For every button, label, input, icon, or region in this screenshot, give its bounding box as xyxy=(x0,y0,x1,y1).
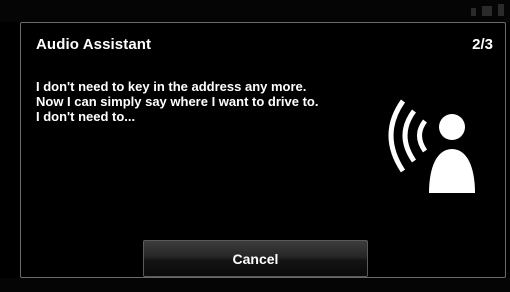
warning-icon xyxy=(498,4,504,16)
navigation-screen: Audio Assistant 2/3 I don't need to key … xyxy=(0,0,510,292)
sound-wave-inner xyxy=(417,119,428,153)
message-line: I don't need to key in the address any m… xyxy=(36,79,307,94)
status-icon xyxy=(471,8,476,16)
person-body xyxy=(429,149,475,193)
message-line: I don't need to... xyxy=(36,109,136,124)
dialog-header: Audio Assistant 2/3 xyxy=(21,23,505,63)
sound-wave-middle xyxy=(402,109,417,163)
sound-wave-outer xyxy=(388,99,406,173)
assistant-message: I don't need to key in the address any m… xyxy=(36,79,376,124)
audio-assistant-dialog: Audio Assistant 2/3 I don't need to key … xyxy=(20,22,506,278)
person-head xyxy=(439,114,465,140)
dialog-title: Audio Assistant xyxy=(36,36,152,53)
status-icons xyxy=(471,4,504,16)
status-bar xyxy=(0,0,510,22)
cancel-button[interactable]: Cancel xyxy=(143,240,368,277)
page-indicator: 2/3 xyxy=(472,36,493,53)
signal-icon xyxy=(482,6,492,16)
bottom-bar xyxy=(0,278,510,292)
message-line: Now I can simply say where I want to dri… xyxy=(36,94,319,109)
speaking-person-icon xyxy=(388,99,475,193)
